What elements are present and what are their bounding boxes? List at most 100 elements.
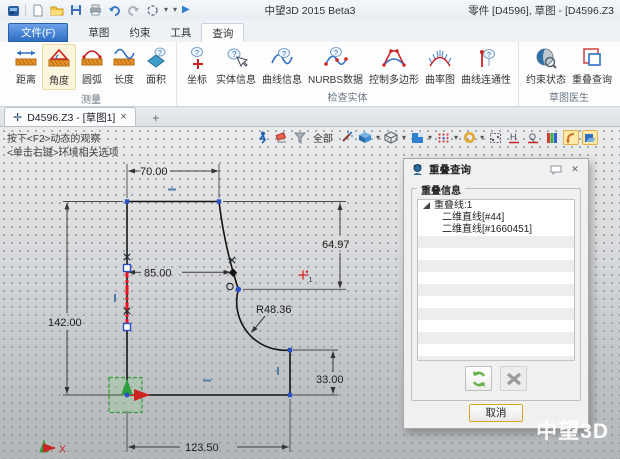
groupbox-label: 重叠信息 <box>417 182 465 197</box>
group-label-inspect: 检查实体 <box>181 88 514 106</box>
delete-x-icon <box>506 372 522 386</box>
point-cross-marks <box>124 254 235 314</box>
length-icon <box>111 46 137 70</box>
ribbon-group-inspect: ? 坐标 ? 实体信息 ? 曲线信息 <box>177 42 519 106</box>
entity-info-button[interactable]: ? 实体信息 <box>213 44 259 88</box>
tree-node-line1[interactable]: 二维直线[#44] <box>418 212 574 224</box>
constraint-status-button[interactable]: 约束状态 <box>523 44 569 88</box>
dim-point-diamond <box>229 268 237 276</box>
sketch-canvas[interactable]: 全部 ▾ ▾ ▾ ▾ ▾ H <box>0 127 620 459</box>
dim-right-height[interactable]: 64.97 <box>322 239 350 251</box>
curve-connectivity-button[interactable]: ? 曲线连通性 <box>458 44 514 88</box>
dim-top-width[interactable]: 70.00 <box>140 166 168 178</box>
panel-title-bar[interactable]: 重叠查询 ✕ <box>404 159 588 180</box>
dim-radius[interactable]: R48.36 <box>256 304 291 316</box>
delete-overlap-button[interactable] <box>500 366 527 391</box>
menu-tab-constraint[interactable]: 约束 <box>119 23 160 42</box>
curve-info-button[interactable]: ? 曲线信息 <box>259 44 305 88</box>
sketch-geometry[interactable] <box>127 202 290 396</box>
dim-mid-width[interactable]: 85.00 <box>144 268 172 280</box>
arc-button[interactable]: 圆弧 <box>76 44 108 88</box>
control-polygon-button[interactable]: 控制多边形 <box>366 44 422 88</box>
curve-connectivity-icon: ? <box>473 46 499 70</box>
length-button[interactable]: 长度 <box>108 44 140 88</box>
svg-text:?: ? <box>195 50 199 57</box>
tangent-circle-mark <box>227 283 233 289</box>
dimension-texts: 70.00 64.97 85.00 R48.36 142.00 33.00 12… <box>48 166 350 454</box>
curve-info-icon: ? <box>269 46 295 70</box>
new-file-icon[interactable] <box>31 3 45 17</box>
menu-tab-tools[interactable]: 工具 <box>160 23 201 42</box>
curvature-plot-icon <box>427 46 453 70</box>
distance-button[interactable]: 距离 <box>10 44 42 88</box>
overlap-inquire-button[interactable]: 重叠查询 <box>569 44 615 88</box>
menu-tab-file[interactable]: 文件(F) <box>8 23 68 42</box>
dim-left-height[interactable]: 142.00 <box>48 317 82 329</box>
entity-info-icon: ? <box>223 46 249 70</box>
selection-circle-icon[interactable] <box>145 3 159 17</box>
tree-node-root[interactable]: 重叠线:1 <box>418 200 574 212</box>
close-tab-icon[interactable]: × <box>120 111 126 123</box>
print-icon[interactable] <box>88 3 102 17</box>
reference-point-marker[interactable]: 1 <box>299 270 313 284</box>
curvature-plot-button[interactable]: 曲率图 <box>422 44 458 88</box>
area-icon: ? <box>143 46 169 70</box>
dim-bottom-width[interactable]: 123.50 <box>185 442 219 454</box>
redo-icon[interactable] <box>126 3 140 17</box>
constraint-status-icon <box>533 46 559 70</box>
vertex-points[interactable] <box>125 199 292 397</box>
arc-icon <box>79 46 105 70</box>
tree-expand-icon[interactable] <box>423 202 430 209</box>
overlap-endpoint-bottom[interactable] <box>124 324 131 331</box>
document-tab-bar: ✛ D4596.Z3 - [草图1] × + <box>0 107 620 127</box>
new-tab-button[interactable]: + <box>146 110 166 126</box>
ribbon: 距离 角度 圆弧 长度 <box>0 42 620 107</box>
group-label-sketch-doctor: 草图医生 <box>523 88 615 106</box>
document-tab-label: D4596.Z3 - [草图1] <box>27 110 115 125</box>
sketch-doc-icon: ✛ <box>13 111 22 124</box>
dropdown-caret-icon[interactable]: ▾ <box>164 6 168 14</box>
dropdown-caret-icon[interactable]: ▾ <box>173 6 177 14</box>
svg-text:?: ? <box>282 51 286 58</box>
quick-access-toolbar: ▾ ▾ ▶ <box>6 3 190 17</box>
comment-balloon-icon[interactable] <box>549 163 563 177</box>
menu-bar: 文件(F) 草图 约束 工具 查询 <box>0 20 620 42</box>
save-icon[interactable] <box>69 3 83 17</box>
view-triad: X <box>44 441 66 456</box>
refresh-icon <box>470 370 488 388</box>
app-logo-icon[interactable] <box>6 3 20 17</box>
control-polygon-icon <box>381 46 407 70</box>
play-icon[interactable]: ▶ <box>182 5 190 15</box>
open-file-icon[interactable] <box>50 3 64 17</box>
menu-tab-inquire[interactable]: 查询 <box>201 23 244 42</box>
divider <box>25 4 26 16</box>
ribbon-group-sketch-doctor: 约束状态 重叠查询 草图医生 <box>519 42 619 106</box>
panel-title: 重叠查询 <box>429 162 544 177</box>
group-label-measure: 测量 <box>10 90 172 108</box>
upper-curve <box>219 202 238 290</box>
coordinate-button[interactable]: ? 坐标 <box>181 44 213 88</box>
svg-text:?: ? <box>334 50 338 57</box>
undo-icon[interactable] <box>107 3 121 17</box>
panel-close-icon[interactable]: ✕ <box>568 163 582 177</box>
area-button[interactable]: ? 面积 <box>140 44 172 88</box>
angle-icon <box>46 47 72 71</box>
svg-text:?: ? <box>487 52 491 59</box>
nurbs-data-icon: ? <box>323 46 349 70</box>
menu-tab-sketch[interactable]: 草图 <box>78 23 119 42</box>
overlap-inquire-icon <box>579 46 605 70</box>
cancel-button[interactable]: 取消 <box>469 404 523 422</box>
panel-actions <box>417 361 575 395</box>
extension-lines <box>63 164 346 452</box>
title-bar: ▾ ▾ ▶ 中望3D 2015 Beta3 零件 [D4596], 草图 - [… <box>0 0 620 20</box>
ribbon-group-measure: 距离 角度 圆弧 长度 <box>6 42 177 106</box>
dim-right-lower[interactable]: 33.00 <box>316 374 344 386</box>
overlap-endpoint-top[interactable] <box>124 265 131 272</box>
angle-button[interactable]: 角度 <box>42 44 76 90</box>
nurbs-data-button[interactable]: ? NURBS数据 <box>305 44 366 88</box>
tree-node-line2[interactable]: 二维直线[#1660451] <box>418 224 574 236</box>
document-tab[interactable]: ✛ D4596.Z3 - [草图1] × <box>4 107 136 126</box>
overlap-tree-list[interactable]: 重叠线:1 二维直线[#44] 二维直线[#1660451] <box>417 199 575 361</box>
refresh-button[interactable] <box>465 366 492 391</box>
svg-text:1: 1 <box>309 275 313 284</box>
